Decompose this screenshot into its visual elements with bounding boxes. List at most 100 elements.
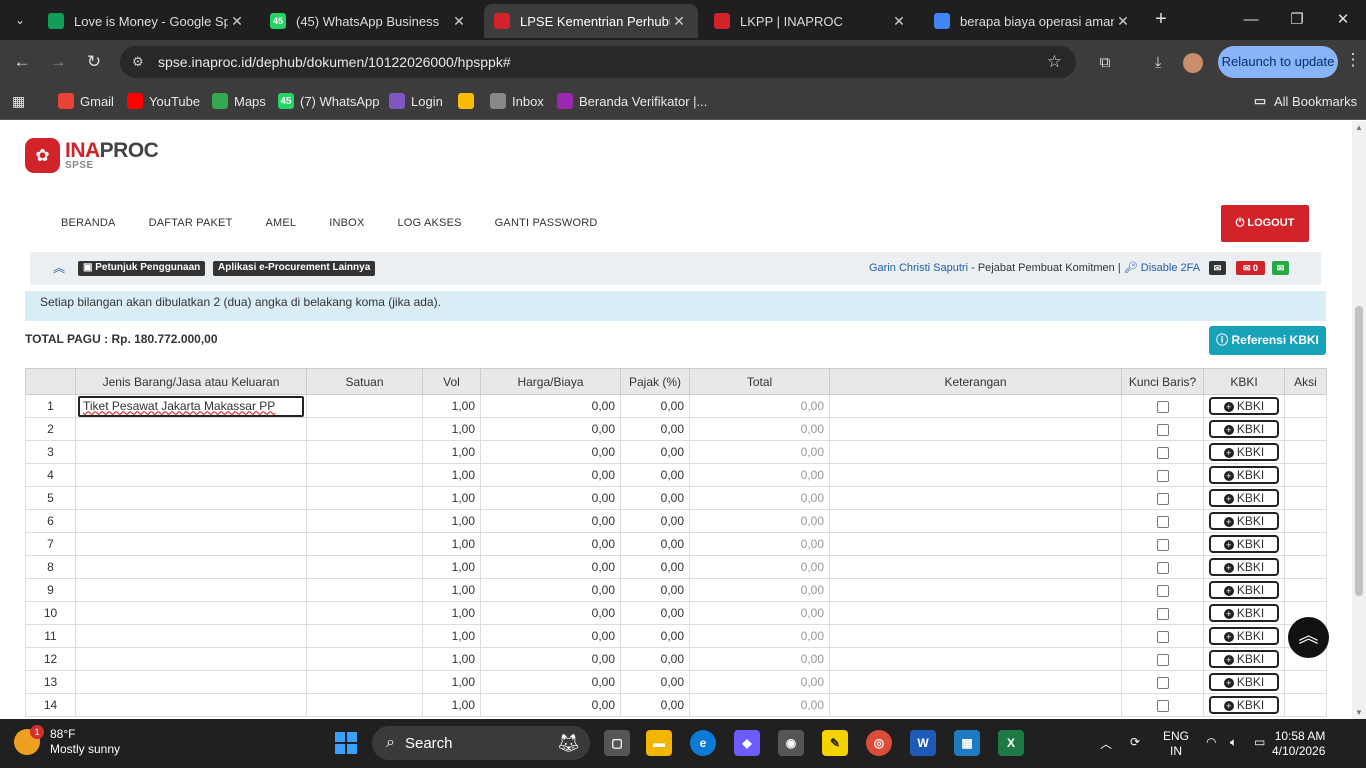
- vol-cell[interactable]: 1,00: [422, 670, 481, 694]
- kunci-baris-checkbox[interactable]: [1156, 423, 1169, 436]
- harga-cell[interactable]: 0,00: [480, 647, 621, 671]
- page-scrollbar[interactable]: ▲ ▼: [1352, 121, 1366, 719]
- close-tab-icon[interactable]: ✕: [228, 13, 246, 30]
- volume-icon[interactable]: 🔈︎: [1230, 735, 1237, 750]
- item-cell[interactable]: [75, 509, 307, 533]
- scroll-down-icon[interactable]: ▼: [1354, 708, 1364, 717]
- col-header-total[interactable]: Total: [689, 368, 830, 395]
- vol-cell[interactable]: 1,00: [422, 394, 481, 418]
- harga-cell[interactable]: 0,00: [480, 601, 621, 625]
- harga-cell[interactable]: 0,00: [480, 578, 621, 602]
- relaunch-button[interactable]: Relaunch to update: [1218, 46, 1338, 78]
- tab-search-dropdown-icon[interactable]: ⌄: [8, 8, 32, 32]
- item-cell[interactable]: [75, 486, 307, 510]
- pajak-cell[interactable]: 0,00: [620, 486, 690, 510]
- kbki-button[interactable]: + KBKI: [1209, 466, 1279, 484]
- bookmark-star-icon[interactable]: ☆: [1047, 52, 1062, 72]
- address-bar[interactable]: ⚙ spse.inaproc.id/dephub/dokumen/1012202…: [120, 46, 1076, 78]
- url-text[interactable]: spse.inaproc.id/dephub/dokumen/101220260…: [158, 54, 511, 70]
- kunci-baris-checkbox[interactable]: [1156, 400, 1169, 413]
- item-cell[interactable]: [75, 624, 307, 648]
- item-cell[interactable]: [75, 693, 307, 717]
- wifi-icon[interactable]: ◠: [1206, 735, 1216, 749]
- kunci-baris-checkbox[interactable]: [1156, 492, 1169, 505]
- windows-start-icon[interactable]: [335, 732, 357, 754]
- bookmark-2[interactable]: YouTube: [127, 93, 200, 109]
- edge-icon[interactable]: e: [690, 730, 716, 756]
- pajak-cell[interactable]: 0,00: [620, 394, 690, 418]
- kbki-button[interactable]: + KBKI: [1209, 512, 1279, 530]
- nav-amel[interactable]: AMEL: [265, 217, 296, 229]
- satuan-cell[interactable]: [306, 670, 423, 694]
- keterangan-cell[interactable]: [829, 647, 1122, 671]
- aplikasi-lainnya-link[interactable]: Aplikasi e-Procurement Lainnya: [213, 261, 376, 276]
- keterangan-cell[interactable]: [829, 394, 1122, 418]
- vol-cell[interactable]: 1,00: [422, 647, 481, 671]
- nav-ganti-password[interactable]: GANTI PASSWORD: [495, 217, 598, 229]
- satuan-cell[interactable]: [306, 532, 423, 556]
- kbki-button[interactable]: + KBKI: [1209, 489, 1279, 507]
- item-cell[interactable]: [75, 647, 307, 671]
- logout-button[interactable]: ⏻ LOGOUT: [1221, 205, 1309, 242]
- bookmark-8[interactable]: Beranda Verifikator |...: [557, 93, 707, 109]
- pajak-cell[interactable]: 0,00: [620, 670, 690, 694]
- close-window-button[interactable]: ✕: [1328, 8, 1358, 32]
- clock[interactable]: 10:58 AM 4/10/2026: [1272, 729, 1325, 759]
- kbki-button[interactable]: + KBKI: [1209, 558, 1279, 576]
- bookmark-7[interactable]: Inbox: [490, 93, 544, 109]
- back-button[interactable]: ←: [10, 50, 34, 74]
- close-tab-icon[interactable]: ✕: [450, 13, 468, 30]
- profile-avatar[interactable]: [1183, 53, 1203, 73]
- keterangan-cell[interactable]: [829, 624, 1122, 648]
- task-view-icon[interactable]: ▢: [604, 730, 630, 756]
- kbki-button[interactable]: + KBKI: [1209, 627, 1279, 645]
- kunci-baris-checkbox[interactable]: [1156, 676, 1169, 689]
- open-mail-icon[interactable]: ✉: [1272, 261, 1289, 275]
- bookmark-4[interactable]: 45 (7) WhatsApp: [278, 93, 379, 109]
- pajak-cell[interactable]: 0,00: [620, 601, 690, 625]
- mail-count-badge[interactable]: ✉ 0: [1236, 261, 1265, 275]
- calculator-icon[interactable]: ▦: [954, 730, 980, 756]
- download-icon[interactable]: ⤓: [1147, 52, 1169, 74]
- col-header-satuan[interactable]: Satuan: [306, 368, 423, 395]
- browser-tab-4[interactable]: LKPP | INAPROC ✕: [704, 4, 918, 38]
- harga-cell[interactable]: 0,00: [480, 555, 621, 579]
- vol-cell[interactable]: 1,00: [422, 417, 481, 441]
- sync-icon[interactable]: ⟳: [1130, 735, 1140, 749]
- pajak-cell[interactable]: 0,00: [620, 555, 690, 579]
- item-cell[interactable]: [75, 601, 307, 625]
- kunci-baris-checkbox[interactable]: [1156, 561, 1169, 574]
- pajak-cell[interactable]: 0,00: [620, 417, 690, 441]
- keterangan-cell[interactable]: [829, 670, 1122, 694]
- item-edit-input[interactable]: Tiket Pesawat Jakarta Makassar PP: [78, 395, 304, 417]
- kunci-baris-checkbox[interactable]: [1156, 607, 1169, 620]
- vol-cell[interactable]: 1,00: [422, 486, 481, 510]
- satuan-cell[interactable]: [306, 463, 423, 487]
- reload-button[interactable]: ↻: [82, 50, 106, 74]
- word-icon[interactable]: W: [910, 730, 936, 756]
- camera-icon[interactable]: ◉: [778, 730, 804, 756]
- pajak-cell[interactable]: 0,00: [620, 532, 690, 556]
- kbki-button[interactable]: + KBKI: [1209, 397, 1279, 415]
- disable-2fa-link[interactable]: Disable 2FA: [1141, 262, 1200, 274]
- vol-cell[interactable]: 1,00: [422, 509, 481, 533]
- file-explorer-icon[interactable]: ▬: [646, 730, 672, 756]
- browser-tab-2[interactable]: 45 (45) WhatsApp Business ✕: [260, 4, 478, 38]
- taskbar-search-box[interactable]: ⌕ Search 🦊︎: [372, 726, 590, 760]
- copilot-icon[interactable]: ◆: [734, 730, 760, 756]
- kunci-baris-checkbox[interactable]: [1156, 538, 1169, 551]
- satuan-cell[interactable]: [306, 440, 423, 464]
- bookmark-6[interactable]: [458, 93, 480, 109]
- keterangan-cell[interactable]: [829, 417, 1122, 441]
- harga-cell[interactable]: 0,00: [480, 670, 621, 694]
- satuan-cell[interactable]: [306, 624, 423, 648]
- col-header-pajak[interactable]: Pajak (%): [620, 368, 690, 395]
- kunci-baris-checkbox[interactable]: [1156, 630, 1169, 643]
- pajak-cell[interactable]: 0,00: [620, 440, 690, 464]
- harga-cell[interactable]: 0,00: [480, 417, 621, 441]
- item-cell[interactable]: [75, 578, 307, 602]
- pajak-cell[interactable]: 0,00: [620, 693, 690, 717]
- minimize-button[interactable]: —: [1236, 8, 1266, 32]
- sticky-notes-icon[interactable]: ✎: [822, 730, 848, 756]
- bookmark-5[interactable]: Login: [389, 93, 443, 109]
